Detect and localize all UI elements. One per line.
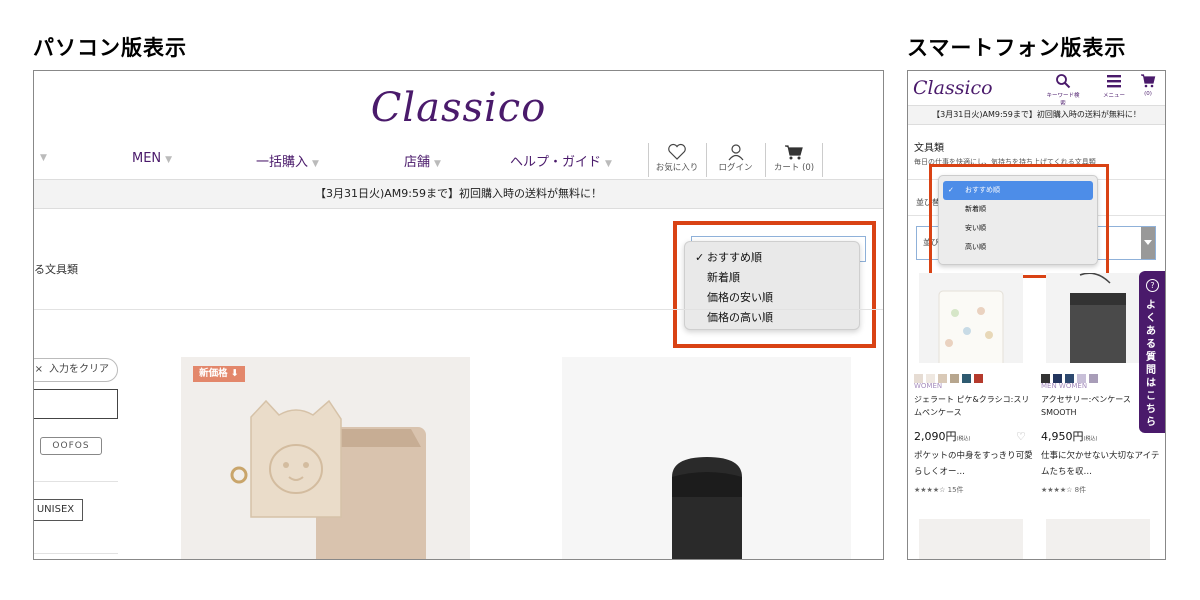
chevron-down-icon: ▼ xyxy=(165,155,173,165)
divider xyxy=(34,309,883,310)
site-logo[interactable]: Classico xyxy=(913,77,993,99)
product-image[interactable] xyxy=(562,357,851,559)
favorites-label: お気に入り xyxy=(655,163,699,173)
product-price: 2,090円(税込) xyxy=(914,430,971,443)
product-price: 4,950円(税込) xyxy=(1041,430,1098,443)
pen-case-image xyxy=(672,457,742,559)
review-count: 8件 xyxy=(1074,486,1087,494)
cart-label: カート (0) xyxy=(773,163,815,173)
cart-icon xyxy=(1141,74,1156,88)
nav-item-stores[interactable]: 店舗 ▼ xyxy=(404,151,441,170)
chevron-down-icon: ▼ xyxy=(312,159,319,169)
shoulder-bag-image xyxy=(1070,273,1126,363)
product-copy: 仕事に欠かせない大切なアイテムたちを収… xyxy=(1041,451,1160,477)
heart-icon[interactable]: ♡ xyxy=(1016,430,1026,443)
hamburger-icon xyxy=(1107,75,1121,88)
product-image[interactable] xyxy=(1046,273,1150,363)
keyword-search-button[interactable]: キーワード検索 xyxy=(1046,73,1080,107)
color-swatches xyxy=(914,368,986,383)
cart-button[interactable]: カート (0) xyxy=(765,143,823,177)
nav-label: 一括購入 xyxy=(256,155,309,170)
product-copy: ポケットの中身をすっきり可愛らしくオー… xyxy=(914,451,1033,477)
product-name[interactable]: アクセサリー:ペンケース SMOOTH xyxy=(1041,393,1139,419)
menu-button[interactable]: メニュー xyxy=(1100,73,1128,99)
divider xyxy=(34,553,118,554)
rating: ★★★★☆ 8件 xyxy=(1041,485,1086,495)
shipping-banner: 【3月31日火)AM9:59まで】初回購入時の送料が無料に！ xyxy=(34,179,883,209)
user-icon xyxy=(707,143,764,161)
chevron-down-icon: ▼ xyxy=(605,159,612,169)
highlight-box xyxy=(929,164,1109,278)
category-title: 文具類 xyxy=(914,143,944,154)
search-icon xyxy=(1056,74,1071,89)
question-icon: ? xyxy=(1146,279,1159,292)
star-icon: ★★★★☆ xyxy=(914,486,946,494)
swatch[interactable] xyxy=(974,374,983,383)
chevron-down-icon: ▼ xyxy=(40,153,47,163)
product-name[interactable]: ジェラート ピケ&クラシコ:スリムペンケース xyxy=(914,393,1036,419)
heart-icon xyxy=(649,143,705,161)
faq-tab[interactable]: ? よくある質問はこちら xyxy=(1139,271,1165,433)
nav-label: ヘルプ・ガイド xyxy=(510,155,602,170)
menu-label: メニュー xyxy=(1102,93,1125,99)
login-label: ログイン xyxy=(718,163,753,173)
product-image[interactable] xyxy=(1046,519,1150,559)
favorites-button[interactable]: お気に入り xyxy=(648,143,705,177)
pc-section-title: パソコン版表示 xyxy=(33,36,187,60)
pc-screenshot: Classico ▼ MEN ▼ 一括購入 ▼ 店舗 ▼ ヘルプ・ガイド ▼ お気に入り… xyxy=(33,70,884,560)
color-swatches xyxy=(1041,368,1101,383)
product-image[interactable]: 新価格 ⬇ xyxy=(181,357,470,559)
review-count: 15件 xyxy=(947,486,964,494)
chevron-down-icon xyxy=(1141,227,1155,259)
cart-icon xyxy=(766,143,822,161)
cart-button[interactable]: (0) xyxy=(1137,73,1159,97)
highlight-box xyxy=(673,221,876,348)
site-logo[interactable]: Classico xyxy=(34,85,883,131)
pencil-case-image xyxy=(230,399,426,559)
nav-item-bulk[interactable]: 一括購入 ▼ xyxy=(256,151,319,170)
product-brand: MEN WOMEN xyxy=(1041,382,1088,390)
swatch[interactable] xyxy=(962,374,971,383)
product-brand: WOMEN xyxy=(914,382,943,390)
clear-label: 入力をクリア xyxy=(49,364,109,375)
chevron-down-icon: ▼ xyxy=(434,159,441,169)
cart-count: (0) xyxy=(1144,91,1152,97)
nav-label: 店舗 xyxy=(404,155,431,170)
swatch[interactable] xyxy=(950,374,959,383)
close-icon: × xyxy=(34,364,43,375)
sp-section-title: スマートフォン版表示 xyxy=(907,36,1127,60)
swatch[interactable] xyxy=(1089,374,1098,383)
pouch-image xyxy=(938,290,1004,363)
login-button[interactable]: ログイン xyxy=(706,143,764,177)
nav-item-help[interactable]: ヘルプ・ガイド ▼ xyxy=(510,151,612,170)
divider xyxy=(34,481,118,482)
faq-tab-label: よくある質問はこちら xyxy=(1146,300,1156,428)
shipping-banner: 【3月31日火)AM9:59まで】初回購入時の送料が無料に！ xyxy=(908,105,1165,125)
product-image[interactable] xyxy=(919,519,1023,559)
rating: ★★★★☆ 15件 xyxy=(914,485,964,495)
clear-input-button[interactable]: × 入力をクリア xyxy=(34,358,118,382)
nav-label: MEN xyxy=(132,151,162,166)
new-price-badge: 新価格 ⬇ xyxy=(193,366,245,382)
brand-tag[interactable]: OOFOS xyxy=(40,437,102,455)
category-subtitle: る文具類 xyxy=(34,263,78,276)
product-image[interactable] xyxy=(919,273,1023,363)
filter-input[interactable] xyxy=(34,389,118,419)
gender-tag[interactable]: UNISEX xyxy=(34,499,83,521)
nav-item-men[interactable]: MEN ▼ xyxy=(132,151,172,166)
star-icon: ★★★★☆ xyxy=(1041,486,1073,494)
sp-screenshot: Classico キーワード検索 メニュー (0) 【3月31日火)AM9:59… xyxy=(907,70,1166,560)
